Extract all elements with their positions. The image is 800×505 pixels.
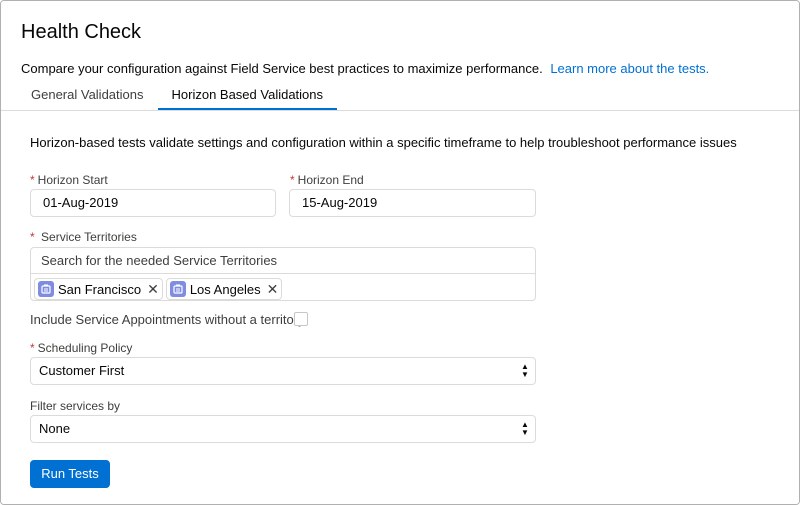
- horizon-start-label: * Horizon Start: [30, 173, 108, 187]
- tab-bar: General Validations Horizon Based Valida…: [17, 79, 337, 111]
- intro-text: Horizon-based tests validate settings an…: [30, 135, 737, 150]
- horizon-end-label: * Horizon End: [290, 173, 364, 187]
- horizon-end-input[interactable]: 15-Aug-2019: [289, 189, 536, 217]
- close-icon[interactable]: ✕: [147, 282, 159, 296]
- page-title: Health Check: [21, 21, 142, 43]
- up-down-arrows-icon: ▲ ▼: [521, 420, 529, 437]
- required-mark: *: [30, 230, 35, 244]
- scheduling-policy-select[interactable]: Customer First ▲ ▼: [30, 357, 536, 385]
- include-without-territory-label: Include Service Appointments without a t…: [30, 312, 305, 327]
- territory-pill[interactable]: Los Angeles ✕: [165, 278, 283, 300]
- service-territories-label: * Service Territories: [30, 230, 137, 244]
- up-down-arrows-icon: ▲ ▼: [521, 362, 529, 379]
- tab-horizon-based-validations[interactable]: Horizon Based Validations: [157, 79, 338, 111]
- service-territory-icon: [38, 281, 54, 297]
- scheduling-policy-label: * Scheduling Policy: [30, 341, 133, 355]
- close-icon[interactable]: ✕: [267, 282, 279, 296]
- include-without-territory-checkbox[interactable]: [294, 312, 308, 326]
- territory-pill-label: Los Angeles: [189, 281, 261, 297]
- required-mark: *: [30, 173, 35, 187]
- scheduling-policy-value: Customer First: [39, 363, 125, 378]
- tab-content: Horizon-based tests validate settings an…: [1, 111, 799, 504]
- horizon-start-input[interactable]: 01-Aug-2019: [30, 189, 276, 217]
- selected-territories: San Francisco ✕ Los Angeles ✕: [34, 278, 283, 300]
- service-territories-lookup: Search for the needed Service Territorie…: [30, 247, 536, 301]
- territory-pill[interactable]: San Francisco ✕: [34, 278, 163, 300]
- learn-more-link[interactable]: Learn more about the tests.: [550, 61, 709, 76]
- tab-general-validations[interactable]: General Validations: [17, 79, 158, 111]
- territory-pill-label: San Francisco: [58, 281, 142, 297]
- filter-services-label: Filter services by: [30, 399, 121, 413]
- description-text: Compare your configuration against Field…: [21, 61, 543, 76]
- required-mark: *: [290, 173, 295, 187]
- page-description: Compare your configuration against Field…: [21, 61, 709, 76]
- filter-services-value: None: [39, 421, 71, 436]
- health-check-panel: Health Check Compare your configuration …: [0, 0, 800, 505]
- service-territory-icon: [169, 281, 186, 297]
- required-mark: *: [30, 341, 35, 355]
- page-header: Health Check Compare your configuration …: [1, 1, 799, 111]
- run-tests-button[interactable]: Run Tests: [30, 460, 110, 488]
- service-territories-search-input[interactable]: Search for the needed Service Territorie…: [31, 248, 535, 274]
- filter-services-select[interactable]: None ▲ ▼: [30, 415, 536, 443]
